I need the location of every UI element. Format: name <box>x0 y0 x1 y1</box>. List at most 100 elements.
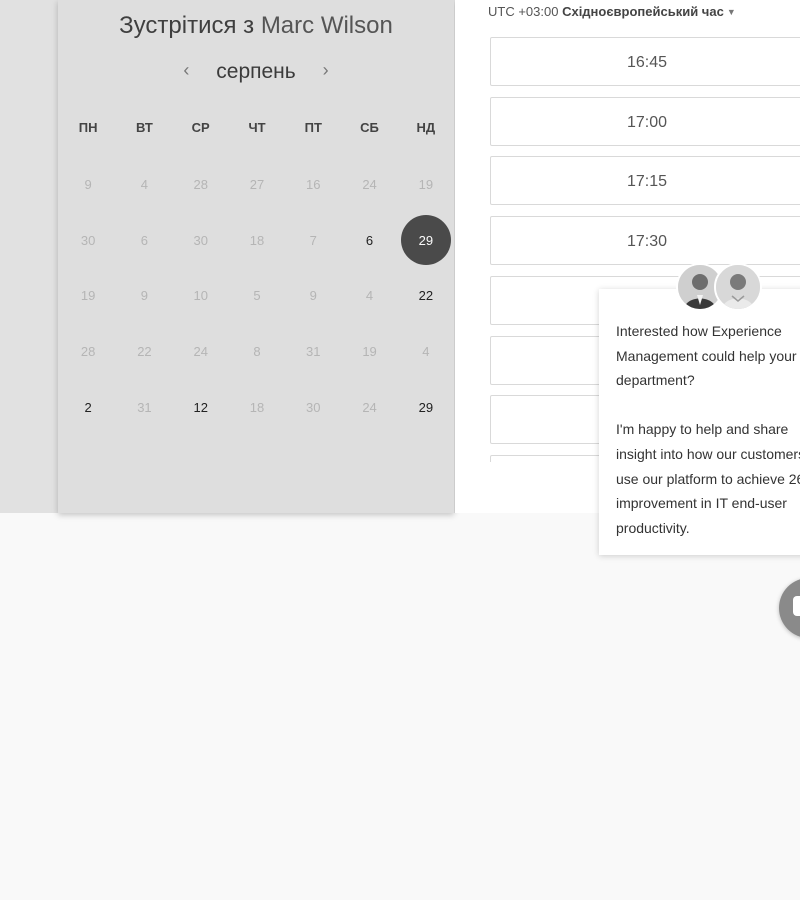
calendar-day-number: 9 <box>309 288 317 304</box>
calendar-day-number: 22 <box>418 288 434 304</box>
calendar-day: 24 <box>341 157 397 213</box>
calendar-day: 10 <box>173 268 229 324</box>
meeting-title: Зустрітися з Marc Wilson <box>58 12 454 40</box>
agent-avatar-icon <box>714 263 762 311</box>
calendar-day-number: 24 <box>193 344 208 360</box>
calendar-day[interactable]: 2 <box>60 379 116 435</box>
calendar-day[interactable]: 22 <box>398 268 454 324</box>
calendar-day-number: 28 <box>80 344 96 360</box>
month-label: серпень <box>216 60 296 83</box>
calendar-grid: 9 4 28 27 16 24 19 30 6 30 18 7 6 29 19 9 10 5 9 4 22 28 22 24 8… <box>60 157 454 435</box>
calendar-day-number: 30 <box>80 232 96 248</box>
chat-line: use our platform to achieve 26 <box>616 470 800 487</box>
time-slot-button[interactable]: 17:00 <box>490 96 800 146</box>
calendar-day: 6 <box>116 213 172 269</box>
calendar-day-number: 5 <box>253 288 261 304</box>
chat-line: Management could help your <box>616 347 797 364</box>
timezone-offset: UTC +03:00 <box>488 4 559 19</box>
weekday-label: СР <box>191 120 210 135</box>
calendar-day-number: 6 <box>140 232 149 248</box>
calendar-day-number: 16 <box>306 177 321 193</box>
calendar-day: 4 <box>341 268 397 324</box>
calendar-week-row: 19 9 10 5 9 4 22 <box>60 268 454 324</box>
chat-line: insight into how our customers <box>616 445 800 462</box>
calendar-week-row: 2 31 12 18 30 24 29 <box>60 379 454 435</box>
chat-paragraph-2: I'm happy to help and share insight into … <box>616 417 800 540</box>
calendar-week-row: 28 22 24 8 31 19 4 <box>60 324 454 380</box>
calendar-day-number: 30 <box>193 232 208 248</box>
host-name: Marc Wilson <box>260 12 393 39</box>
calendar-week-row: 30 6 30 18 7 6 29 <box>60 213 454 269</box>
calendar-day: 30 <box>285 379 341 435</box>
calendar-day: 27 <box>229 157 285 213</box>
chat-paragraph-1: Interested how Experience Management coul… <box>616 319 800 393</box>
calendar-day-number: 31 <box>306 344 321 360</box>
calendar-day: 7 <box>285 213 341 269</box>
chat-launcher-button[interactable] <box>779 578 800 638</box>
caret-down-icon: ▼ <box>726 7 736 17</box>
calendar-day: 19 <box>60 268 116 324</box>
calendar-day: 9 <box>60 157 116 213</box>
calendar-day-number: 22 <box>137 344 152 360</box>
calendar-day[interactable]: 12 <box>173 379 229 435</box>
calendar-day-number: 2 <box>84 399 92 415</box>
chat-line: productivity. <box>616 519 690 536</box>
calendar-day-number: 6 <box>365 232 374 248</box>
calendar-day: 24 <box>341 379 397 435</box>
calendar-day[interactable]: 6 <box>341 213 397 269</box>
calendar-day-number: 12 <box>193 399 208 415</box>
calendar-day-number: 27 <box>249 177 265 193</box>
month-navigation: ‹ серпень › <box>58 60 454 84</box>
calendar-panel: Зустрітися з Marc Wilson ‹ серпень › ПН В… <box>58 0 454 513</box>
chat-line: I'm happy to help and share <box>616 421 789 438</box>
calendar-day: 31 <box>116 379 172 435</box>
chevron-right-icon[interactable]: › <box>316 60 336 81</box>
chat-line: department? <box>616 372 695 389</box>
calendar-day: 18 <box>229 379 285 435</box>
calendar-day: 8 <box>229 324 285 380</box>
calendar-day-number: 9 <box>140 288 149 304</box>
calendar-day-number: 9 <box>84 177 92 193</box>
calendar-day-number: 4 <box>365 288 374 304</box>
calendar-day-number: 24 <box>362 177 377 193</box>
calendar-day-number: 24 <box>362 399 377 415</box>
calendar-day: 30 <box>60 213 116 269</box>
weekday-label: ПН <box>78 120 98 135</box>
calendar-day: 30 <box>173 213 229 269</box>
chat-line: Interested how Experience <box>616 323 782 339</box>
calendar-day-number: 4 <box>140 177 149 193</box>
calendar-day-number: 7 <box>309 232 317 248</box>
calendar-day: 19 <box>341 324 397 380</box>
calendar-day-number: 18 <box>249 232 265 248</box>
time-slot-button[interactable]: 17:30 <box>490 216 800 266</box>
calendar-week-row: 9 4 28 27 16 24 19 <box>60 157 454 213</box>
calendar-day: 31 <box>285 324 341 380</box>
calendar-day[interactable]: 29 <box>398 379 454 435</box>
calendar-day-number: 19 <box>418 177 434 193</box>
weekday-label: НД <box>416 120 436 135</box>
calendar-day: 28 <box>173 157 229 213</box>
calendar-day-selected[interactable]: 29 <box>398 213 454 269</box>
calendar-day-number: 29 <box>400 215 451 266</box>
timezone-name: Східноєвропейський час <box>562 4 724 19</box>
calendar-day-number: 8 <box>253 344 261 360</box>
calendar-day-number: 29 <box>418 399 434 415</box>
calendar-day: 5 <box>229 268 285 324</box>
weekday-header: ПН ВТ СР ЧТ ПТ СБ НД <box>60 120 454 135</box>
calendar-day-number: 4 <box>422 344 430 360</box>
calendar-day: 28 <box>60 324 116 380</box>
calendar-day-number: 18 <box>249 399 265 415</box>
timezone-selector[interactable]: UTC +03:00 Східноєвропейський час ▼ <box>488 4 736 19</box>
calendar-day-number: 19 <box>362 344 377 360</box>
calendar-day-number: 10 <box>193 288 208 304</box>
weekday-label: ПТ <box>304 120 322 135</box>
chat-popup[interactable]: Interested how Experience Management coul… <box>599 289 800 555</box>
calendar-day: 4 <box>116 157 172 213</box>
calendar-day: 9 <box>285 268 341 324</box>
time-slot-button[interactable]: 16:45 <box>490 37 800 86</box>
calendar-day: 9 <box>116 268 172 324</box>
calendar-day-number: 28 <box>193 177 208 193</box>
chevron-left-icon[interactable]: ‹ <box>176 60 196 81</box>
weekday-label: СБ <box>360 120 379 135</box>
time-slot-button[interactable]: 17:15 <box>490 156 800 206</box>
